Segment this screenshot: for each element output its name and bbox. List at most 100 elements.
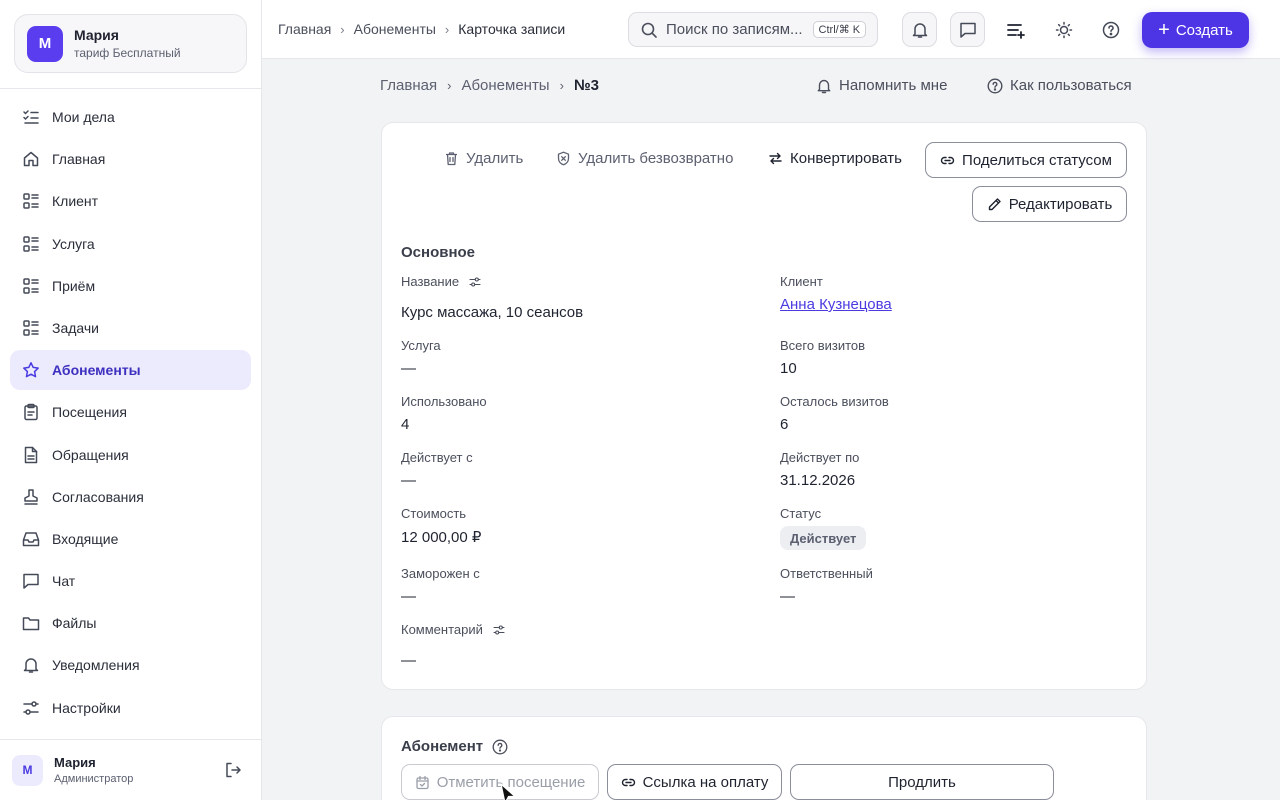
field-value-name: Курс массажа, 10 сеансов: [401, 304, 584, 321]
notifications-button[interactable]: [902, 12, 937, 47]
sidebar-item-label: Обращения: [52, 446, 129, 463]
sidebar-item-visits[interactable]: Посещения: [10, 392, 251, 432]
field-value-comment: —: [401, 652, 416, 669]
sidebar-item-label: Входящие: [52, 530, 119, 547]
swap-icon: [768, 151, 783, 166]
field-label-used: Использовано: [401, 394, 487, 409]
create-label: Создать: [1175, 21, 1233, 39]
bell-plus-icon: [816, 78, 832, 94]
section-title-main: Основное: [401, 244, 476, 261]
search-shortcut: Ctrl/⌘ K: [812, 21, 867, 38]
sidebar-item-files[interactable]: Файлы: [10, 603, 251, 643]
sidebar-item-label: Уведомления: [52, 657, 140, 674]
divider: [0, 739, 261, 740]
field-label-visits-left: Осталось визитов: [780, 394, 889, 409]
chat-icon: [22, 572, 40, 590]
help-button[interactable]: [1093, 12, 1128, 47]
field-label-cost: Стоимость: [401, 506, 467, 521]
delete-forever-button[interactable]: Удалить безвозвратно: [556, 150, 733, 167]
help-icon[interactable]: [492, 739, 508, 755]
field-value-cost: 12 000,00 ₽: [401, 529, 482, 546]
field-value-owner: —: [780, 588, 795, 605]
breadcrumb-home[interactable]: Главная: [380, 77, 437, 94]
breadcrumb-home[interactable]: Главная: [278, 21, 331, 37]
payment-link-button[interactable]: Ссылка на оплату: [607, 764, 782, 800]
sidebar-item-label: Файлы: [52, 615, 97, 632]
breadcrumb-subscriptions[interactable]: Абонементы: [461, 77, 549, 94]
logout-icon[interactable]: [224, 761, 242, 779]
user-name: Мария: [54, 755, 96, 770]
chat-button[interactable]: [950, 12, 985, 47]
extend-label: Продлить: [888, 773, 956, 791]
howto-label: Как пользоваться: [1010, 77, 1132, 94]
sidebar-item-tasks[interactable]: Задачи: [10, 308, 251, 348]
account-name: Мария: [74, 27, 119, 43]
sidebar-item-label: Услуга: [52, 235, 95, 252]
sidebar-item-appointment[interactable]: Приём: [10, 266, 251, 306]
theme-toggle-button[interactable]: [1046, 12, 1081, 47]
mouse-cursor-icon: [500, 783, 518, 800]
sidebar-item-inbox[interactable]: Входящие: [10, 519, 251, 559]
account-avatar: М: [27, 25, 63, 62]
sidebar-item-requests[interactable]: Обращения: [10, 435, 251, 475]
inbox-icon: [22, 530, 40, 548]
remind-me-button[interactable]: Напомнить мне: [816, 77, 947, 94]
client-link[interactable]: Анна Кузнецова: [780, 296, 892, 313]
extend-button[interactable]: Продлить: [790, 764, 1054, 800]
chat-icon: [959, 21, 977, 39]
breadcrumb: Главная › Абонементы › Карточка записи: [278, 21, 565, 37]
sidebar-item-chat[interactable]: Чат: [10, 561, 251, 601]
sidebar-item-service[interactable]: Услуга: [10, 224, 251, 264]
account-switcher[interactable]: М Мария тариф Бесплатный: [14, 14, 247, 73]
field-label-text: Название: [401, 274, 460, 289]
sidebar-item-client[interactable]: Клиент: [10, 181, 251, 221]
field-settings-icon[interactable]: [493, 624, 505, 636]
sidebar-nav: Мои дела Главная Клиент Услуга Приём Зад…: [10, 97, 251, 730]
field-settings-icon[interactable]: [469, 276, 481, 288]
edit-button[interactable]: Редактировать: [972, 186, 1127, 222]
clipboard-icon: [22, 403, 40, 421]
search-input[interactable]: Поиск по записям... Ctrl/⌘ K: [628, 12, 878, 47]
sidebar-item-settings[interactable]: Настройки: [10, 688, 251, 728]
stamp-icon: [22, 488, 40, 506]
trash-icon: [444, 151, 459, 166]
page-title: №3: [573, 77, 600, 94]
search-placeholder: Поиск по записям...: [666, 21, 803, 38]
convert-button[interactable]: Конвертировать: [768, 150, 902, 167]
breadcrumb-subscriptions[interactable]: Абонементы: [354, 21, 436, 37]
status-badge: Действует: [780, 526, 867, 550]
field-label-comment: Комментарий: [401, 622, 505, 637]
sidebar-item-notifications[interactable]: Уведомления: [10, 645, 251, 685]
share-status-label: Поделиться статусом: [962, 151, 1112, 169]
account-plan: тариф Бесплатный: [74, 46, 181, 60]
field-value-frozen: —: [401, 588, 416, 605]
chevron-right-icon: ›: [559, 78, 564, 93]
sidebar-item-label: Главная: [52, 151, 106, 168]
plus-icon: +: [1158, 19, 1170, 41]
create-button[interactable]: + Создать: [1142, 12, 1249, 48]
link-icon: [621, 775, 636, 790]
share-status-button[interactable]: Поделиться статусом: [925, 142, 1127, 178]
breadcrumb-current: Карточка записи: [458, 21, 566, 37]
user-profile[interactable]: М Мария Администратор: [12, 752, 242, 788]
delete-button[interactable]: Удалить: [444, 150, 523, 167]
field-value-valid-to: 31.12.2026: [780, 472, 856, 489]
sidebar-item-my-tasks[interactable]: Мои дела: [10, 97, 251, 137]
field-value-visits-left: 6: [780, 416, 789, 433]
search-icon: [640, 21, 658, 39]
divider: [0, 88, 261, 89]
remind-label: Напомнить мне: [839, 77, 948, 94]
sidebar-item-subscriptions[interactable]: Абонементы: [10, 350, 251, 391]
field-label-name: Название: [401, 274, 481, 289]
top-bar: Главная › Абонементы › Карточка записи П…: [262, 0, 1280, 59]
field-label-service: Услуга: [401, 338, 441, 353]
list-icon: [22, 192, 40, 210]
sidebar-item-home[interactable]: Главная: [10, 139, 251, 179]
delete-label: Удалить: [466, 150, 524, 167]
sidebar-item-approvals[interactable]: Согласования: [10, 477, 251, 517]
how-to-use-button[interactable]: Как пользоваться: [987, 77, 1132, 94]
checklist-icon: [22, 108, 40, 126]
subscription-title: Абонемент: [401, 738, 484, 755]
field-label-frozen: Заморожен с: [401, 566, 480, 581]
task-list-button[interactable]: [998, 12, 1033, 47]
